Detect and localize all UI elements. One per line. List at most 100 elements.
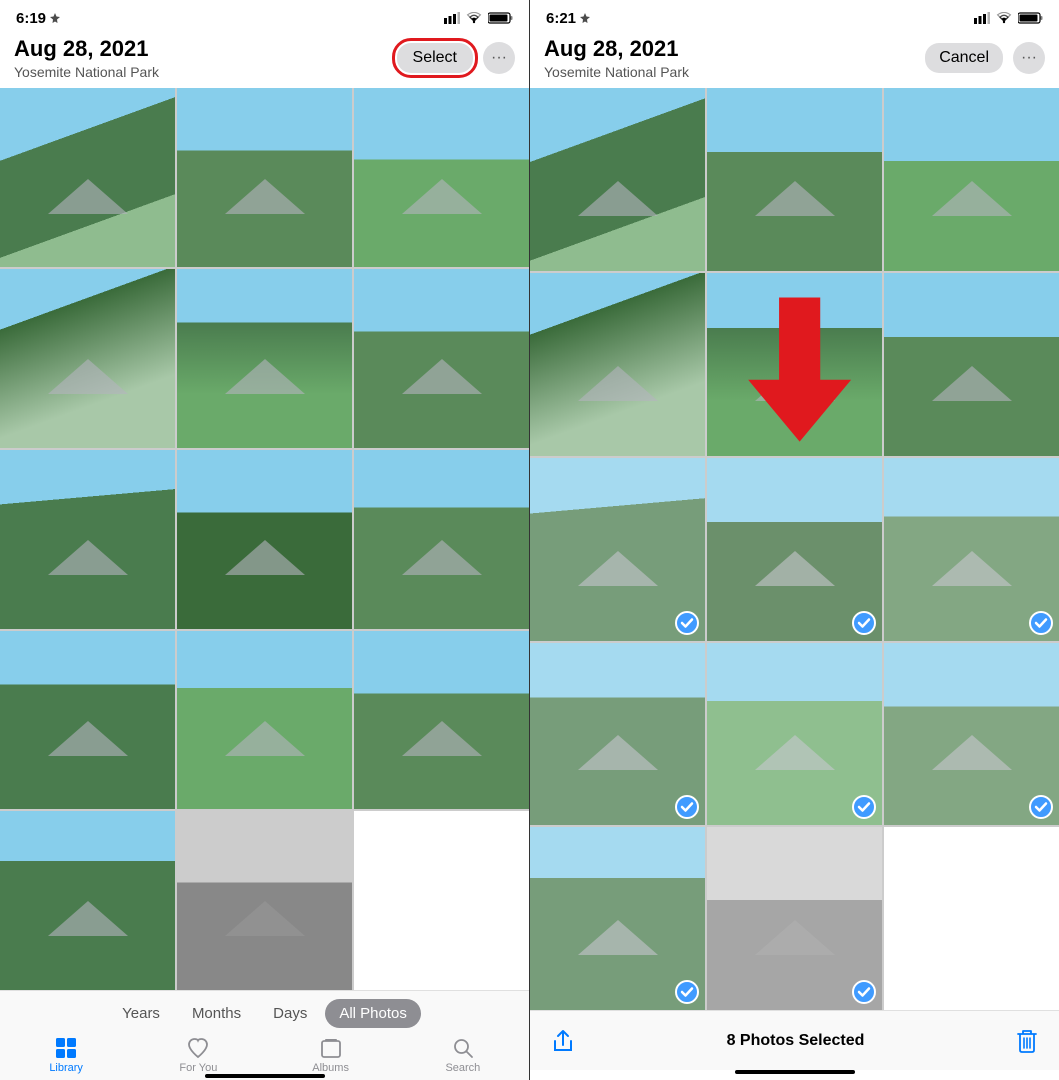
right-time-text: 6:21 <box>546 10 576 27</box>
left-phone-panel: 6:19 <box>0 0 529 1080</box>
trash-icon <box>1015 1028 1039 1054</box>
photo-cell-selected[interactable] <box>707 643 882 826</box>
selection-check <box>1029 795 1053 819</box>
left-header-title-group: Aug 28, 2021 Yosemite National Park <box>14 36 159 80</box>
right-status-bar: 6:21 <box>530 0 1059 32</box>
left-status-bar: 6:19 <box>0 0 529 32</box>
photo-cell[interactable] <box>884 88 1059 271</box>
right-header-date: Aug 28, 2021 <box>544 36 689 62</box>
tab-search[interactable]: Search <box>433 1036 493 1074</box>
selection-check <box>675 795 699 819</box>
battery-icon <box>488 12 513 24</box>
left-header-actions: Select ··· <box>397 42 515 74</box>
selection-check <box>675 611 699 635</box>
photo-cell[interactable] <box>0 450 175 629</box>
right-status-time: 6:21 <box>546 10 590 27</box>
right-header-title-group: Aug 28, 2021 Yosemite National Park <box>544 36 689 80</box>
left-status-icons <box>444 12 513 24</box>
left-time-text: 6:19 <box>16 10 46 27</box>
more-label: ··· <box>491 49 507 67</box>
left-status-time: 6:19 <box>16 10 60 27</box>
tab-for-you[interactable]: For You <box>168 1036 228 1074</box>
left-tab-nav: Library For You Albums <box>0 1032 529 1074</box>
filter-all-photos[interactable]: All Photos <box>325 999 421 1028</box>
right-home-indicator <box>530 1070 1059 1080</box>
right-status-icons <box>974 12 1043 24</box>
library-icon <box>54 1036 78 1060</box>
left-filter-bar: Years Months Days All Photos <box>0 991 529 1032</box>
share-icon <box>550 1028 576 1054</box>
search-label: Search <box>445 1062 480 1074</box>
photo-cell[interactable] <box>354 88 529 267</box>
photo-cell[interactable] <box>530 88 705 271</box>
photo-cell-empty <box>354 811 529 990</box>
red-arrow-annotation <box>707 273 882 456</box>
photo-cell-selected[interactable] <box>884 458 1059 641</box>
share-button[interactable] <box>550 1028 576 1054</box>
photo-cell[interactable] <box>177 269 352 448</box>
photo-cell[interactable] <box>0 811 175 990</box>
right-photo-grid <box>530 88 1059 1010</box>
right-location-icon <box>580 13 590 23</box>
photo-cell-selected[interactable] <box>530 458 705 641</box>
right-phone-panel: 6:21 <box>530 0 1059 1080</box>
right-signal-icon <box>974 12 990 24</box>
filter-days[interactable]: Days <box>259 999 321 1028</box>
photo-cell[interactable] <box>884 273 1059 456</box>
right-home-bar <box>735 1070 855 1074</box>
photo-cell[interactable] <box>177 631 352 810</box>
left-header-date: Aug 28, 2021 <box>14 36 159 62</box>
left-home-bar <box>205 1074 325 1078</box>
photo-cell[interactable] <box>530 273 705 456</box>
selection-check <box>852 611 876 635</box>
photo-cell[interactable] <box>0 88 175 267</box>
photo-cell-bw-selected[interactable] <box>707 827 882 1010</box>
photo-cell[interactable] <box>354 631 529 810</box>
tab-library[interactable]: Library <box>36 1036 96 1074</box>
selection-check <box>1029 611 1053 635</box>
albums-label: Albums <box>312 1062 349 1074</box>
photo-cell-selected[interactable] <box>884 643 1059 826</box>
photo-cell-bw[interactable] <box>177 811 352 990</box>
albums-icon <box>319 1036 343 1060</box>
left-home-indicator <box>0 1074 529 1080</box>
right-header-subtitle: Yosemite National Park <box>544 64 689 80</box>
right-header-actions: Cancel ··· <box>925 42 1045 74</box>
selection-check <box>675 980 699 1004</box>
left-bottom-bar: Years Months Days All Photos Library <box>0 990 529 1080</box>
photo-cell[interactable] <box>0 269 175 448</box>
for-you-label: For You <box>179 1062 217 1074</box>
filter-months[interactable]: Months <box>178 999 255 1028</box>
right-battery-icon <box>1018 12 1043 24</box>
photo-cell[interactable] <box>0 631 175 810</box>
right-more-button[interactable]: ··· <box>1013 42 1045 74</box>
photo-cell[interactable] <box>354 269 529 448</box>
location-icon <box>50 13 60 23</box>
delete-button[interactable] <box>1015 1028 1039 1054</box>
photo-cell-selected[interactable] <box>530 643 705 826</box>
more-button[interactable]: ··· <box>483 42 515 74</box>
right-more-label: ··· <box>1021 49 1037 67</box>
select-button[interactable]: Select <box>397 43 473 73</box>
photo-cell-selected[interactable] <box>707 458 882 641</box>
photo-cell[interactable] <box>354 450 529 629</box>
library-label: Library <box>49 1062 83 1074</box>
selection-check <box>852 980 876 1004</box>
signal-icon <box>444 12 460 24</box>
wifi-icon <box>466 12 482 24</box>
photo-cell-empty <box>884 827 1059 1010</box>
selection-check <box>852 795 876 819</box>
photo-cell[interactable] <box>707 273 882 456</box>
cancel-button[interactable]: Cancel <box>925 43 1003 73</box>
photo-cell[interactable] <box>707 88 882 271</box>
tab-albums[interactable]: Albums <box>301 1036 361 1074</box>
left-header-subtitle: Yosemite National Park <box>14 64 159 80</box>
photo-cell[interactable] <box>177 88 352 267</box>
selection-bar: 8 Photos Selected <box>530 1010 1059 1070</box>
selection-count-label: 8 Photos Selected <box>576 1032 1015 1050</box>
for-you-icon <box>186 1036 210 1060</box>
photo-cell[interactable] <box>177 450 352 629</box>
filter-years[interactable]: Years <box>108 999 174 1028</box>
left-photo-grid <box>0 88 529 990</box>
photo-cell-selected[interactable] <box>530 827 705 1010</box>
